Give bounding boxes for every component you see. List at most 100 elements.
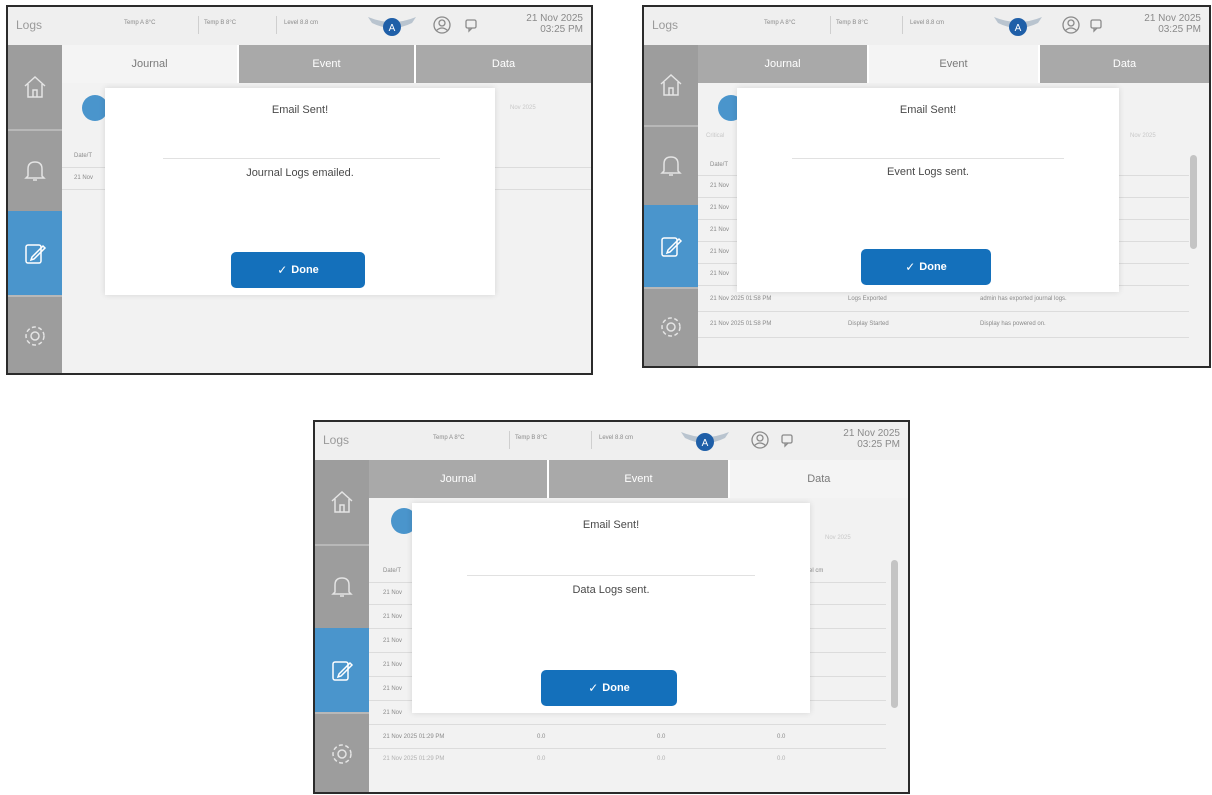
column-header: Date/T (710, 162, 729, 168)
email-sent-dialog: Email Sent! Event Logs sent. ✓ Done (737, 88, 1119, 292)
date-filter[interactable]: Nov 2025 (825, 535, 851, 541)
dialog-title: Email Sent! (899, 104, 957, 116)
nav-logs[interactable] (8, 211, 62, 297)
datetime: 21 Nov 2025 03:25 PM (1144, 13, 1201, 35)
row-temp-a: 0.0 (537, 756, 546, 762)
row-time: 21 Nov 2025 01:29 PM (383, 734, 445, 740)
done-button[interactable]: ✓ Done (541, 670, 677, 706)
row-time: 21 Nov 2025 01:58 PM (710, 296, 772, 302)
dialog-message: Journal Logs emailed. (246, 167, 354, 179)
top-bar: Logs Temp A 8°C Temp B 8°C Level 8.8 cm … (644, 7, 1209, 46)
level-status: Level 8.8 cm (910, 20, 945, 26)
nav-alarms[interactable] (315, 544, 369, 630)
row-type: Display Started (848, 321, 889, 327)
nav-settings[interactable] (644, 287, 698, 366)
done-label: Done (602, 682, 630, 694)
table-row: 21 Nov (710, 205, 730, 211)
nav-logs[interactable] (644, 205, 698, 289)
brand-logo-icon: A (368, 17, 416, 36)
dialog-title: Email Sent! (582, 519, 640, 531)
table-row: 21 Nov (383, 686, 403, 692)
temp-b-status: Temp B 8°C (515, 435, 548, 441)
edit-logs-icon (332, 661, 354, 681)
time-text: 03:25 PM (1158, 24, 1201, 35)
sidebar (644, 45, 698, 366)
date-filter[interactable]: Nov 2025 (1130, 133, 1156, 139)
nav-alarms[interactable] (644, 125, 698, 207)
nav-home[interactable] (8, 45, 62, 131)
time-text: 03:25 PM (540, 24, 583, 35)
svg-text:A: A (389, 23, 396, 34)
tab-data[interactable]: Data (1040, 45, 1209, 83)
brand-logo-icon: A (994, 17, 1042, 36)
table-row: 21 Nov (710, 227, 730, 233)
time-text: 03:25 PM (857, 439, 900, 450)
checkmark-icon: ✓ (588, 681, 599, 695)
home-icon (331, 490, 353, 513)
done-label: Done (291, 264, 319, 276)
svg-text:A: A (702, 438, 709, 449)
datetime: 21 Nov 2025 03:25 PM (526, 13, 583, 35)
chat-icon[interactable] (463, 16, 481, 34)
tab-journal[interactable]: Journal (62, 45, 239, 83)
nav-settings[interactable] (315, 712, 369, 792)
chat-icon[interactable] (1088, 16, 1106, 34)
tab-journal[interactable]: Journal (698, 45, 869, 83)
date-text: 21 Nov 2025 (526, 13, 583, 24)
temp-a-status: Temp A 8°C (124, 20, 156, 26)
user-icon[interactable] (433, 16, 451, 34)
nav-logs[interactable] (315, 628, 369, 714)
table-row: 21 Nov (710, 249, 730, 255)
scrollbar[interactable] (891, 560, 898, 708)
gear-icon (332, 744, 352, 764)
table-row: 21 Nov (383, 662, 403, 668)
user-icon[interactable] (751, 431, 769, 449)
tab-event[interactable]: Event (549, 460, 730, 498)
date-text: 21 Nov 2025 (1144, 13, 1201, 24)
done-button[interactable]: ✓ Done (231, 252, 365, 288)
row-time: 21 Nov 2025 01:58 PM (710, 321, 772, 327)
filter-label: Critical (706, 133, 725, 139)
edit-logs-icon (661, 237, 683, 257)
tab-journal[interactable]: Journal (369, 460, 550, 498)
edit-logs-icon (25, 244, 47, 264)
row-time: 21 Nov 2025 01:29 PM (383, 756, 445, 762)
brand-logo-icon: A (681, 432, 729, 451)
bell-icon (660, 156, 682, 176)
screen-event: Logs Temp A 8°C Temp B 8°C Level 8.8 cm … (642, 5, 1211, 368)
done-button[interactable]: ✓ Done (861, 249, 991, 285)
temp-b-status: Temp B 8°C (204, 20, 237, 26)
nav-settings[interactable] (8, 295, 62, 373)
chat-icon[interactable] (779, 431, 797, 449)
nav-home[interactable] (315, 460, 369, 546)
log-tabs: Journal Event Data (698, 45, 1209, 83)
tab-event[interactable]: Event (869, 45, 1040, 83)
email-sent-dialog: Email Sent! Data Logs sent. ✓ Done (412, 503, 810, 713)
done-label: Done (919, 261, 947, 273)
top-bar: Logs Temp A 8°C Temp B 8°C Level 8.8 cm … (315, 422, 908, 461)
app-title: Logs (652, 18, 679, 32)
sidebar (8, 45, 62, 373)
nav-home[interactable] (644, 45, 698, 127)
tab-data[interactable]: Data (416, 45, 591, 83)
row-type: Logs Exported (848, 296, 887, 302)
column-header: Date/T (383, 568, 402, 574)
top-bar: Logs Temp A 8°C Temp B 8°C Level 8.8 cm … (8, 7, 591, 46)
dialog-message: Data Logs sent. (572, 584, 650, 596)
tab-event[interactable]: Event (239, 45, 416, 83)
table-row: 21 Nov (74, 175, 94, 181)
user-icon[interactable] (1062, 16, 1080, 34)
checkmark-icon: ✓ (905, 260, 916, 274)
scrollbar[interactable] (1190, 155, 1197, 249)
gear-icon (661, 317, 681, 337)
row-level: 0.0 (777, 734, 786, 740)
nav-alarms[interactable] (8, 129, 62, 213)
tab-data[interactable]: Data (729, 460, 908, 498)
gear-icon (25, 326, 45, 346)
table-row: 21 Nov (710, 183, 730, 189)
date-filter[interactable]: Nov 2025 (510, 105, 536, 111)
email-sent-dialog: Email Sent! Journal Logs emailed. ✓ Done (105, 88, 495, 295)
table-row: 21 Nov (710, 271, 730, 277)
log-tabs: Journal Event Data (369, 460, 908, 498)
screen-journal: Logs Temp A 8°C Temp B 8°C Level 8.8 cm … (6, 5, 593, 375)
